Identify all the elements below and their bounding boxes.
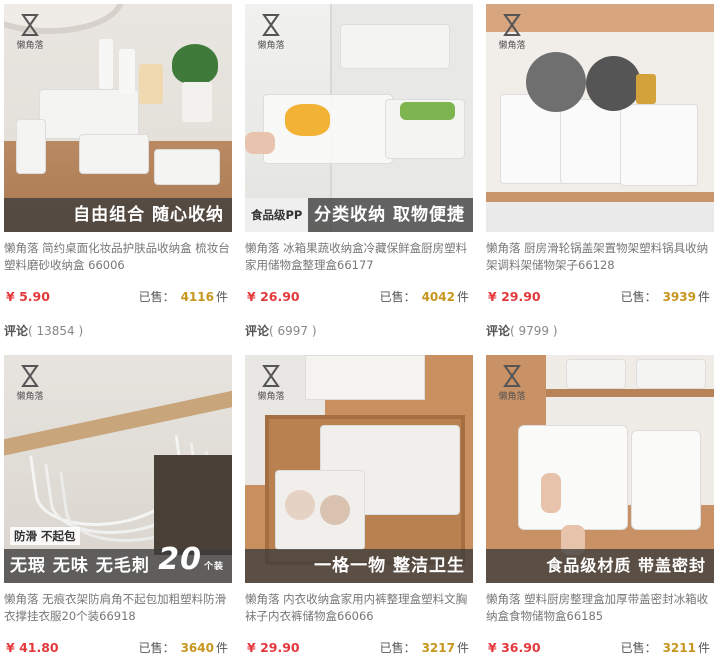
product-card[interactable]: 懒角落 食品级材质 带盖密封 懒角落 塑料厨房整理盒加厚带盖密封冰箱收纳盒食物储… xyxy=(486,355,714,659)
sold-count: 已售： 3640 件 xyxy=(138,641,228,655)
sold-count: 已售： 3939 件 xyxy=(620,290,710,304)
rack-box xyxy=(620,104,698,186)
brush-cup xyxy=(16,119,46,174)
price: ¥ 41.80 xyxy=(6,640,59,655)
brand-name: 懒角落 xyxy=(257,392,285,402)
product-title[interactable]: 懒角落 塑料厨房整理盒加厚带盖密封冰箱收纳盒食物储物盒66185 xyxy=(486,591,714,625)
brand-name: 懒角落 xyxy=(16,392,44,402)
sold-count: 已售： 4042 件 xyxy=(379,290,469,304)
sealed-container xyxy=(631,430,701,530)
hourglass-icon xyxy=(503,14,521,36)
product-card[interactable]: 懒角落 懒角落 厨房滑轮锅盖架置物架塑料锅具收纳架调料架储物架子66128 ¥ … xyxy=(486,4,714,339)
pack-count: 20 个装 xyxy=(158,542,224,577)
feature-badge: 食品级PP xyxy=(245,198,309,232)
storage-box xyxy=(305,355,425,400)
price: ¥ 5.90 xyxy=(6,289,50,304)
bra-shape xyxy=(285,490,315,520)
organizer-tray xyxy=(39,89,139,139)
sold-count: 已售： 3211 件 xyxy=(620,641,710,655)
pot-lid-shape xyxy=(526,52,586,112)
fridge-bin xyxy=(340,24,450,69)
brand-logo: 懒角落 xyxy=(496,14,528,58)
product-title[interactable]: 懒角落 冰箱果蔬收纳盒冷藏保鲜盒厨房塑料家用储物盒整理盒66177 xyxy=(245,240,473,274)
hourglass-icon xyxy=(262,14,280,36)
price-row: ¥ 5.90 已售： 4116 件 xyxy=(4,286,232,308)
plant-shape xyxy=(172,44,218,84)
brand-logo: 懒角落 xyxy=(14,14,46,58)
image-banner: 食品级材质 带盖密封 xyxy=(486,549,714,583)
mango-shape xyxy=(285,104,330,136)
hand-shape xyxy=(245,132,275,154)
cabinet-base xyxy=(486,202,714,232)
product-image[interactable]: 懒角落 食品级材质 带盖密封 xyxy=(486,355,714,583)
reviews-count[interactable]: 评论( 13854 ) xyxy=(4,322,232,339)
brand-name: 懒角落 xyxy=(498,41,526,51)
reviews-count[interactable]: 评论( 6997 ) xyxy=(245,322,473,339)
product-title[interactable]: 懒角落 厨房滑轮锅盖架置物架塑料锅具收纳架调料架储物架子66128 xyxy=(486,240,714,274)
product-image[interactable]: 懒角落 食品级PP 分类收纳 取物便捷 xyxy=(245,4,473,232)
product-card[interactable]: 懒角落 食品级PP 分类收纳 取物便捷 懒角落 冰箱果蔬收纳盒冷藏保鲜盒厨房塑料… xyxy=(245,4,473,339)
price-row: ¥ 41.80 已售： 3640 件 xyxy=(4,637,232,659)
cabinet-shelf xyxy=(546,389,714,397)
product-image[interactable]: 懒角落 一格一物 整洁卫生 xyxy=(245,355,473,583)
brand-logo: 懒角落 xyxy=(496,365,528,409)
storage-box xyxy=(566,359,626,389)
hourglass-icon xyxy=(21,14,39,36)
brand-logo: 懒角落 xyxy=(255,365,287,409)
brand-logo: 懒角落 xyxy=(14,365,46,409)
bottle-shape xyxy=(636,74,656,104)
bottle-shape xyxy=(139,64,163,104)
hourglass-icon xyxy=(503,365,521,387)
product-card[interactable]: 懒角落 一格一物 整洁卫生 懒角落 内衣收纳盒家用内裤整理盒塑料文胸袜子内衣裤储… xyxy=(245,355,473,659)
hourglass-icon xyxy=(262,365,280,387)
image-banner: 一格一物 整洁卫生 xyxy=(245,549,473,583)
price-row: ¥ 36.90 已售： 3211 件 xyxy=(486,637,714,659)
cabinet-shelf xyxy=(486,192,714,202)
price-row: ¥ 29.90 已售： 3939 件 xyxy=(486,286,714,308)
bra-shape xyxy=(320,495,350,525)
plant-pot xyxy=(182,82,212,122)
price: ¥ 29.90 xyxy=(247,640,300,655)
price-row: ¥ 26.90 已售： 4042 件 xyxy=(245,286,473,308)
brand-name: 懒角落 xyxy=(16,41,44,51)
image-banner: 无瑕 无味 无毛刺 20 个装 xyxy=(4,543,232,583)
price: ¥ 26.90 xyxy=(247,289,300,304)
product-image[interactable]: 懒角落 防滑 不起包 无瑕 无味 无毛刺 20 个装 xyxy=(4,355,232,583)
price: ¥ 36.90 xyxy=(488,640,541,655)
image-banner: 自由组合 随心收纳 xyxy=(4,198,232,232)
product-grid: 懒角落 自由组合 随心收纳 懒角落 简约桌面化妆品护肤品收纳盒 梳妆台塑料磨砂收… xyxy=(0,0,720,662)
banner-text: 无瑕 无味 无毛刺 xyxy=(10,556,150,576)
organizer-box xyxy=(154,149,220,185)
product-card[interactable]: 懒角落 自由组合 随心收纳 懒角落 简约桌面化妆品护肤品收纳盒 梳妆台塑料磨砂收… xyxy=(4,4,232,339)
sealed-container xyxy=(518,425,628,530)
brand-name: 懒角落 xyxy=(257,41,285,51)
brand-logo: 懒角落 xyxy=(255,14,287,58)
price-row: ¥ 29.90 已售： 3217 件 xyxy=(245,637,473,659)
reviews-count[interactable]: 评论( 9799 ) xyxy=(486,322,714,339)
product-image[interactable]: 懒角落 自由组合 随心收纳 xyxy=(4,4,232,232)
vegetable-shape xyxy=(400,102,455,120)
organizer-box xyxy=(79,134,149,174)
product-title[interactable]: 懒角落 简约桌面化妆品护肤品收纳盒 梳妆台塑料磨砂收纳盒 66006 xyxy=(4,240,232,274)
storage-box xyxy=(636,359,706,389)
bottle-shape xyxy=(119,49,135,94)
product-card[interactable]: 懒角落 防滑 不起包 无瑕 无味 无毛刺 20 个装 懒角落 无痕衣架防肩角不起包… xyxy=(4,355,232,659)
sold-count: 已售： 4116 件 xyxy=(138,290,228,304)
product-title[interactable]: 懒角落 内衣收纳盒家用内裤整理盒塑料文胸袜子内衣裤储物盒66066 xyxy=(245,591,473,625)
bottle-shape xyxy=(99,39,113,89)
product-image[interactable]: 懒角落 xyxy=(486,4,714,232)
feature-badge: 防滑 不起包 xyxy=(10,527,80,545)
sold-count: 已售： 3217 件 xyxy=(379,641,469,655)
hand-shape xyxy=(541,473,561,513)
product-title[interactable]: 懒角落 无痕衣架防肩角不起包加粗塑料防滑衣撑挂衣服20个装66918 xyxy=(4,591,232,625)
clothing-shape xyxy=(154,455,232,555)
brand-name: 懒角落 xyxy=(498,392,526,402)
hourglass-icon xyxy=(21,365,39,387)
price: ¥ 29.90 xyxy=(488,289,541,304)
pot-lid-shape xyxy=(586,56,641,111)
